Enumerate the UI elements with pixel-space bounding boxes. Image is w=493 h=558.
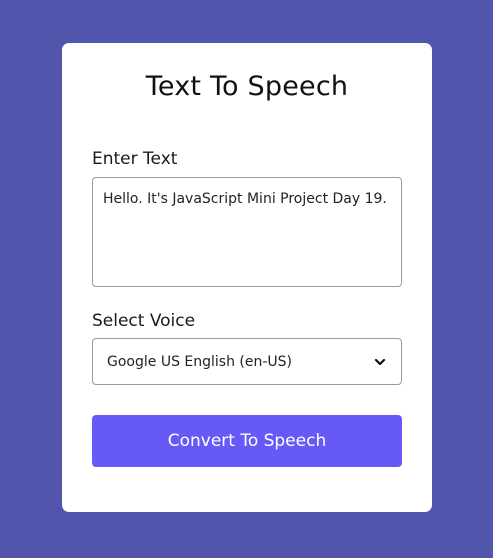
select-voice-label: Select Voice bbox=[92, 311, 196, 331]
text-input[interactable] bbox=[92, 177, 402, 287]
chevron-down-icon bbox=[373, 355, 387, 369]
enter-text-label: Enter Text bbox=[92, 149, 178, 169]
voice-select-value: Google US English (en-US) bbox=[107, 353, 293, 370]
tts-card: Text To Speech Enter Text Select Voice G… bbox=[62, 43, 432, 512]
convert-to-speech-button[interactable]: Convert To Speech bbox=[92, 415, 402, 467]
voice-select[interactable]: Google US English (en-US) bbox=[92, 338, 402, 385]
page-title: Text To Speech bbox=[145, 71, 349, 102]
